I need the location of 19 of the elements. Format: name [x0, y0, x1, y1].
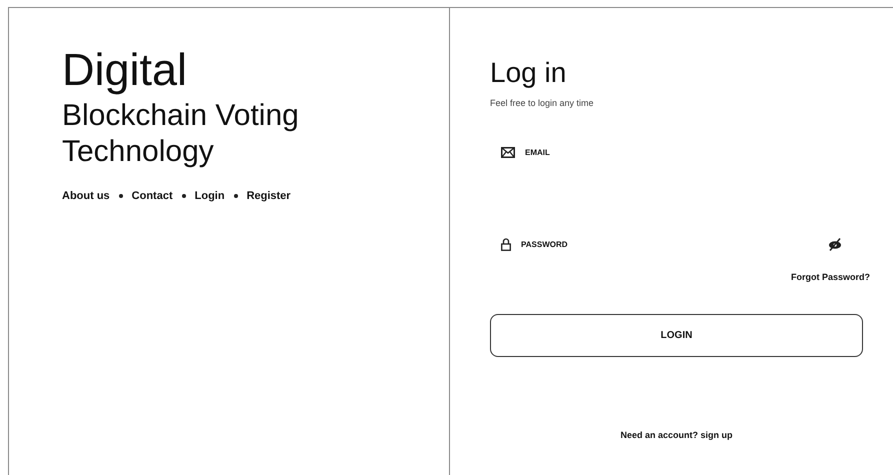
- padlock-icon: [501, 238, 511, 250]
- login-title: Log in: [490, 56, 566, 90]
- bullet-icon: [182, 194, 186, 198]
- nav-link[interactable]: About us: [62, 190, 110, 202]
- nav-link[interactable]: Register: [246, 190, 291, 202]
- envelope-icon: [501, 146, 515, 158]
- login-subtitle: Feel free to login any time: [490, 98, 594, 108]
- input-field[interactable]: EMAIL: [490, 142, 862, 162]
- signup-text: Need an account? sign up: [619, 430, 734, 440]
- bullet-icon: [234, 194, 238, 198]
- bullet-icon: [118, 194, 123, 198]
- brand-subtitle: Blockchain Voting Technology: [62, 98, 300, 170]
- brand-title: Digital: [62, 44, 188, 96]
- login-button[interactable]: LOGIN: [490, 314, 863, 357]
- eye-slash-icon[interactable]: [828, 238, 842, 250]
- input-field[interactable]: PASSWORD: [490, 234, 862, 254]
- nav-link[interactable]: Login: [194, 190, 225, 202]
- nav-link[interactable]: Contact: [132, 190, 173, 202]
- forgot-password-link[interactable]: Forgot Password?: [790, 272, 870, 282]
